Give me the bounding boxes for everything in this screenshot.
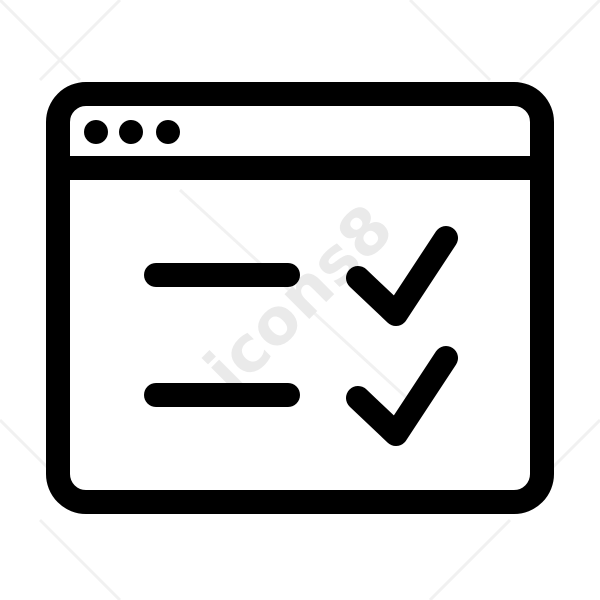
browser-checklist-icon: icons8 — [0, 0, 600, 600]
window-dot — [156, 120, 180, 144]
window-dot — [119, 120, 143, 144]
window-dot — [84, 120, 108, 144]
icon-canvas: icons8 — [0, 0, 600, 600]
check-icon — [346, 346, 458, 446]
